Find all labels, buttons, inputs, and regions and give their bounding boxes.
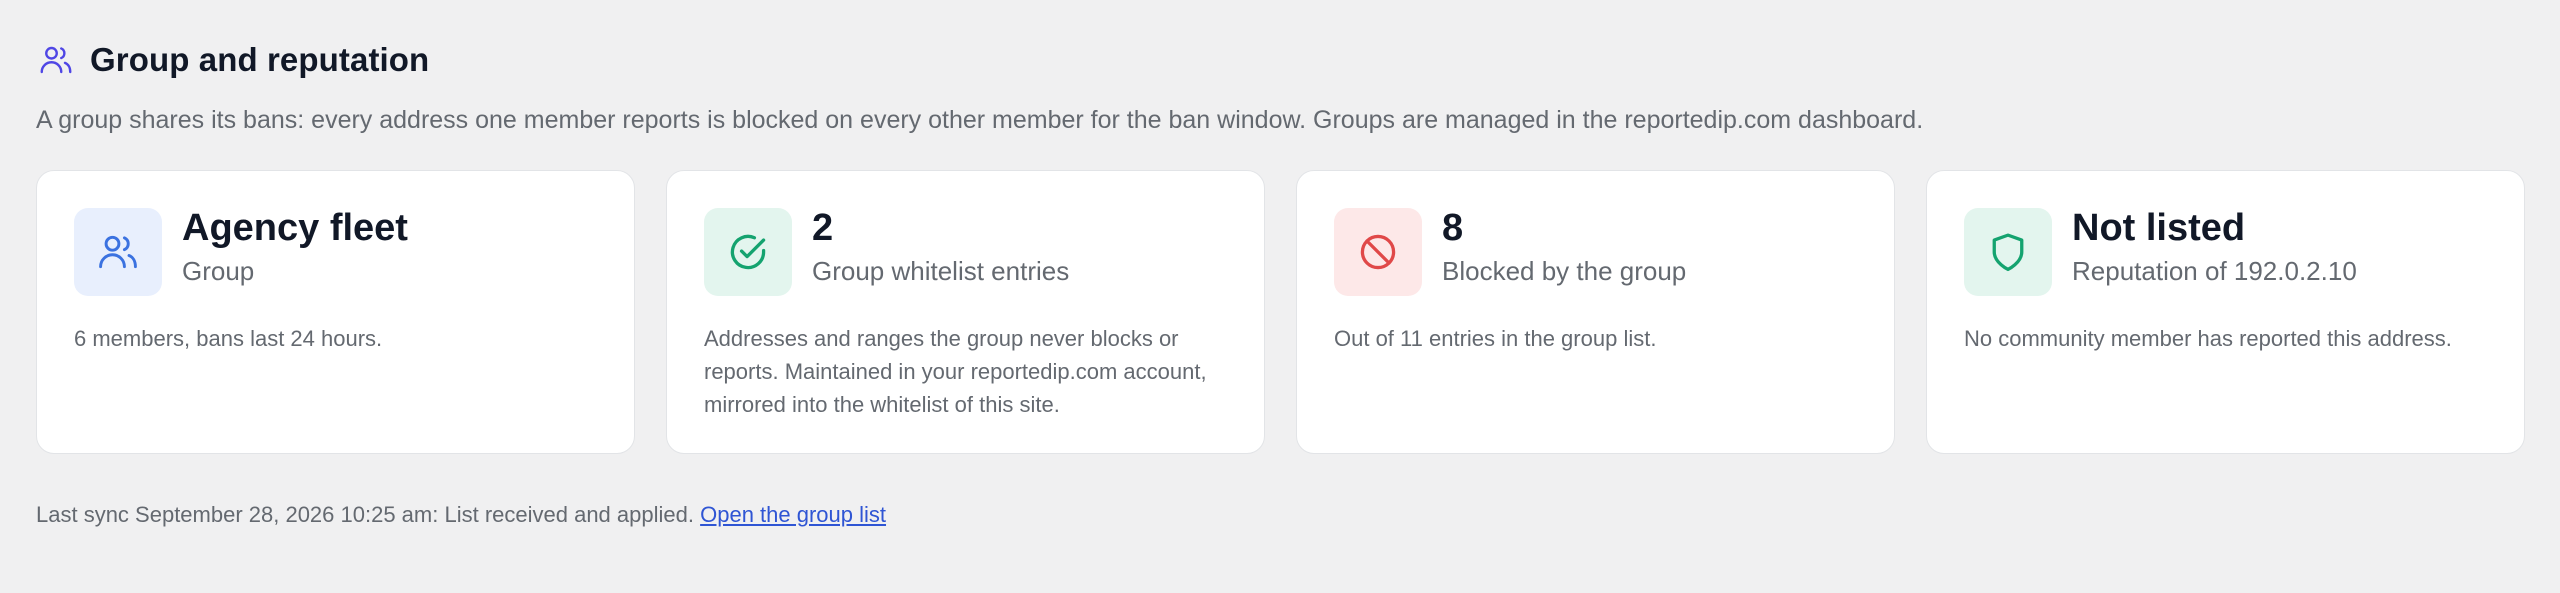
card-blocked: 8 Blocked by the group Out of 11 entries… bbox=[1296, 170, 1895, 454]
card-note: 6 members, bans last 24 hours. bbox=[74, 326, 383, 351]
card-reputation: Not listed Reputation of 192.0.2.10 No c… bbox=[1926, 170, 2525, 454]
sync-text: Last sync September 28, 2026 10:25 am: L… bbox=[36, 502, 694, 527]
card-label: Group whitelist entries bbox=[812, 255, 1070, 286]
card-note: No community member has reported this ad… bbox=[1964, 326, 2452, 351]
card-label: Blocked by the group bbox=[1442, 255, 1687, 286]
card-label: Group bbox=[182, 255, 255, 286]
shield-icon bbox=[1964, 208, 2052, 296]
ban-icon bbox=[1334, 208, 1422, 296]
card-note: Out of 11 entries in the group list. bbox=[1334, 326, 1657, 351]
section-heading: Group and reputation bbox=[36, 40, 429, 80]
users-icon bbox=[36, 40, 76, 80]
card-value: 8 bbox=[1442, 207, 1464, 249]
card-label: Reputation of 192.0.2.10 bbox=[2072, 255, 2357, 286]
page-title: Group and reputation bbox=[90, 41, 430, 78]
card-whitelist: 2 Group whitelist entries Addresses and … bbox=[666, 170, 1265, 454]
users-icon bbox=[74, 208, 162, 296]
card-value: Agency fleet bbox=[182, 207, 408, 249]
section-description: A group shares its bans: every address o… bbox=[36, 106, 1924, 134]
card-group: Agency fleet Group 6 members, bans last … bbox=[36, 170, 635, 454]
sync-status: Last sync September 28, 2026 10:25 am: L… bbox=[36, 502, 886, 528]
card-value: 2 bbox=[812, 207, 834, 249]
card-note: Addresses and ranges the group never blo… bbox=[704, 326, 1207, 417]
card-value: Not listed bbox=[2072, 207, 2246, 249]
open-group-list-link[interactable]: Open the group list bbox=[700, 502, 886, 527]
stat-cards: Agency fleet Group 6 members, bans last … bbox=[36, 170, 2525, 454]
check-circle-icon bbox=[704, 208, 792, 296]
